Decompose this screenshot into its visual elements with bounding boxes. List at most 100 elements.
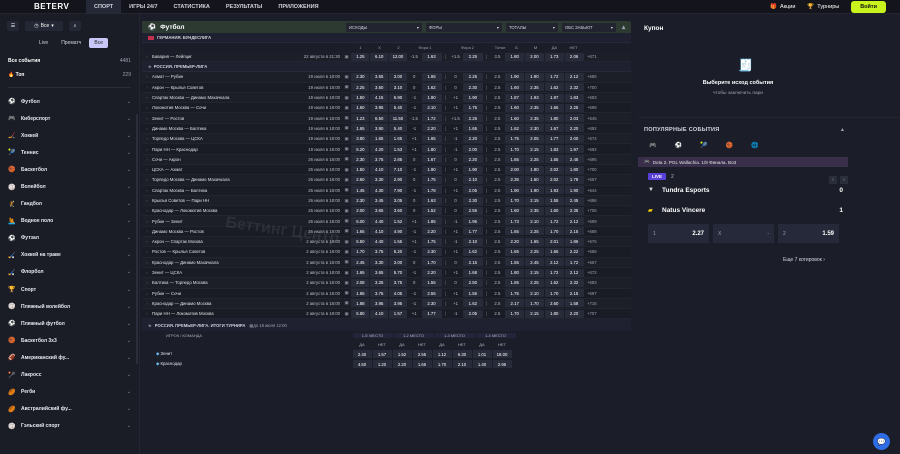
chevron-right-icon[interactable]: › <box>142 85 152 90</box>
chevron-down-icon[interactable]: ⌄ <box>127 321 131 327</box>
btts-no-odd[interactable]: 2.03 <box>564 114 584 123</box>
odd-away[interactable]: 1.57 <box>388 309 407 318</box>
handicap-1-odd[interactable]: 1.90 <box>421 93 442 102</box>
sidebar-item-top[interactable]: 🔥 Топ 229 <box>8 68 131 82</box>
chevron-right-icon[interactable]: › <box>142 249 152 254</box>
handicap-1-odd[interactable]: 2.30 <box>421 247 442 256</box>
league-header[interactable]: ГЕРМАНИЯ. БУНДЕСЛИГА <box>142 33 631 43</box>
handicap-1-odd[interactable]: 2.20 <box>421 124 442 133</box>
total-under-odd[interactable]: 2.25 <box>524 227 544 236</box>
stats-icon[interactable]: ▣ <box>342 270 351 276</box>
tournaments-link[interactable]: 🏆 Турниры <box>807 4 839 10</box>
match-name[interactable]: Пари НН — Краснодар <box>152 147 286 152</box>
more-markets[interactable]: +700 <box>584 166 599 174</box>
tournament-odd[interactable]: 18.00 <box>492 350 512 359</box>
chevron-down-icon[interactable]: ⌄ <box>127 167 131 173</box>
match-row[interactable]: › Локомотив Москва — Сочи 19 июля в 18:00 ▣… <box>142 103 631 114</box>
chevron-down-icon[interactable]: ⌄ <box>127 116 131 122</box>
tournament-odd[interactable]: 4.50 <box>352 360 372 369</box>
more-markets[interactable]: +692 <box>584 145 599 153</box>
chevron-right-icon[interactable]: › <box>142 105 152 110</box>
total-over-odd[interactable]: 1.65 <box>505 247 525 256</box>
handicap-2-odd[interactable]: 1.75 <box>462 103 483 112</box>
handicap-2-odd[interactable]: 2.50 <box>462 278 483 287</box>
odd-away[interactable]: 6.90 <box>388 93 407 102</box>
odd-away[interactable]: 2.90 <box>388 175 407 184</box>
odd-draw[interactable]: 4.40 <box>370 237 389 246</box>
handicap-1-odd[interactable]: 1.77 <box>421 309 442 318</box>
btts-no-odd[interactable]: 2.20 <box>564 124 584 133</box>
btts-yes-odd[interactable]: 1.67 <box>544 124 564 133</box>
handicap-1-odd[interactable]: 1.65 <box>421 134 442 143</box>
chevron-down-icon[interactable]: ⌄ <box>127 269 131 275</box>
handicap-1-odd[interactable]: 1.90 <box>421 165 442 174</box>
total-over-odd[interactable]: 1.62 <box>505 124 525 133</box>
match-name[interactable]: Ростов — Крылья Советов <box>152 249 286 254</box>
btts-yes-odd[interactable]: 1.65 <box>544 103 564 112</box>
btts-no-odd[interactable]: 2.20 <box>564 309 584 318</box>
stats-icon[interactable]: ▣ <box>342 105 351 111</box>
total-over-odd[interactable]: 1.87 <box>505 93 525 102</box>
stats-icon[interactable]: ▣ <box>342 259 351 265</box>
tab-all[interactable]: Все <box>89 38 108 48</box>
btts-yes-odd[interactable]: 1.70 <box>544 289 564 298</box>
btts-no-odd[interactable]: 1.72 <box>564 258 584 267</box>
odd-away[interactable]: 1.52 <box>388 217 407 226</box>
btts-yes-odd[interactable]: 1.80 <box>544 114 564 123</box>
odd-away[interactable]: 7.90 <box>388 186 407 195</box>
odd-home[interactable]: 3.80 <box>351 134 370 143</box>
btts-yes-odd[interactable]: 1.77 <box>544 134 564 143</box>
btts-no-odd[interactable]: 2.45 <box>564 155 584 164</box>
tab-live[interactable]: Live <box>34 38 53 48</box>
stats-icon[interactable]: ▣ <box>342 54 351 60</box>
odd-away[interactable]: 11.50 <box>388 114 407 123</box>
total-under-odd[interactable]: 2.10 <box>524 217 544 226</box>
more-markets[interactable]: +707 <box>584 310 599 318</box>
tennis-icon[interactable]: 🎾 <box>700 142 707 149</box>
logo[interactable]: BETERV <box>34 2 86 11</box>
total-under-odd[interactable]: 2.10 <box>524 289 544 298</box>
sidebar-item-sport[interactable]: 🏈 Американский фу... ⌄ <box>8 349 131 366</box>
handicap-1-odd[interactable]: 2.20 <box>421 268 442 277</box>
esports-icon[interactable]: 🎮 <box>649 142 656 149</box>
stats-icon[interactable]: ▣ <box>342 84 351 90</box>
match-name[interactable]: Спартак Москва — Балтика <box>152 188 286 193</box>
globe-icon[interactable]: 🌐 <box>751 142 758 149</box>
chevron-right-icon[interactable]: › <box>142 116 152 121</box>
odd-home[interactable]: 1.85 <box>351 289 370 298</box>
odd-home[interactable]: 1.23 <box>351 114 370 123</box>
handicap-2-odd[interactable]: 1.77 <box>462 227 483 236</box>
odd-away[interactable]: 3.05 <box>388 196 407 205</box>
stats-icon[interactable]: ▣ <box>342 218 351 224</box>
odd-home[interactable]: 1.50 <box>351 93 370 102</box>
odd-draw[interactable]: 3.45 <box>370 196 389 205</box>
tournament-odd[interactable]: 1.57 <box>372 350 392 359</box>
more-markets[interactable]: +645 <box>584 114 599 122</box>
total-over-odd[interactable]: 1.70 <box>505 309 525 318</box>
chevron-down-icon[interactable]: ⌄ <box>127 423 131 429</box>
odd-home[interactable]: 2.30 <box>351 196 370 205</box>
sidebar-scrollbar[interactable] <box>136 114 138 364</box>
chevron-down-icon[interactable]: ⌄ <box>127 372 131 378</box>
handicap-1-odd[interactable]: 1.52 <box>421 206 442 215</box>
odd-draw[interactable]: 3.65 <box>370 268 389 277</box>
odd-draw[interactable]: 4.10 <box>370 309 389 318</box>
btts-no-odd[interactable]: 1.86 <box>564 237 584 246</box>
chevron-down-icon[interactable]: ⌄ <box>127 355 131 361</box>
total-under-odd[interactable]: 2.35 <box>524 83 544 92</box>
odd-home[interactable]: 2.00 <box>351 206 370 215</box>
odd-draw[interactable]: 4.40 <box>370 217 389 226</box>
chevron-right-icon[interactable]: › <box>142 270 152 275</box>
handicap-2-odd[interactable]: 1.95 <box>462 217 483 226</box>
tab-prematch[interactable]: Прематч <box>56 38 86 48</box>
chevron-down-icon[interactable]: ⌄ <box>127 338 131 344</box>
btts-yes-odd[interactable]: 1.62 <box>544 278 564 287</box>
chevron-right-icon[interactable]: › <box>142 208 152 213</box>
btts-yes-odd[interactable]: 1.55 <box>544 196 564 205</box>
odd-home[interactable]: 1 2.27 <box>648 224 709 243</box>
btts-yes-odd[interactable]: 2.01 <box>544 237 564 246</box>
chevron-right-icon[interactable]: › <box>142 177 152 182</box>
odd-draw[interactable]: 3.50 <box>370 83 389 92</box>
total-under-odd[interactable]: 2.15 <box>524 196 544 205</box>
handicap-2-odd[interactable]: 2.20 <box>462 155 483 164</box>
